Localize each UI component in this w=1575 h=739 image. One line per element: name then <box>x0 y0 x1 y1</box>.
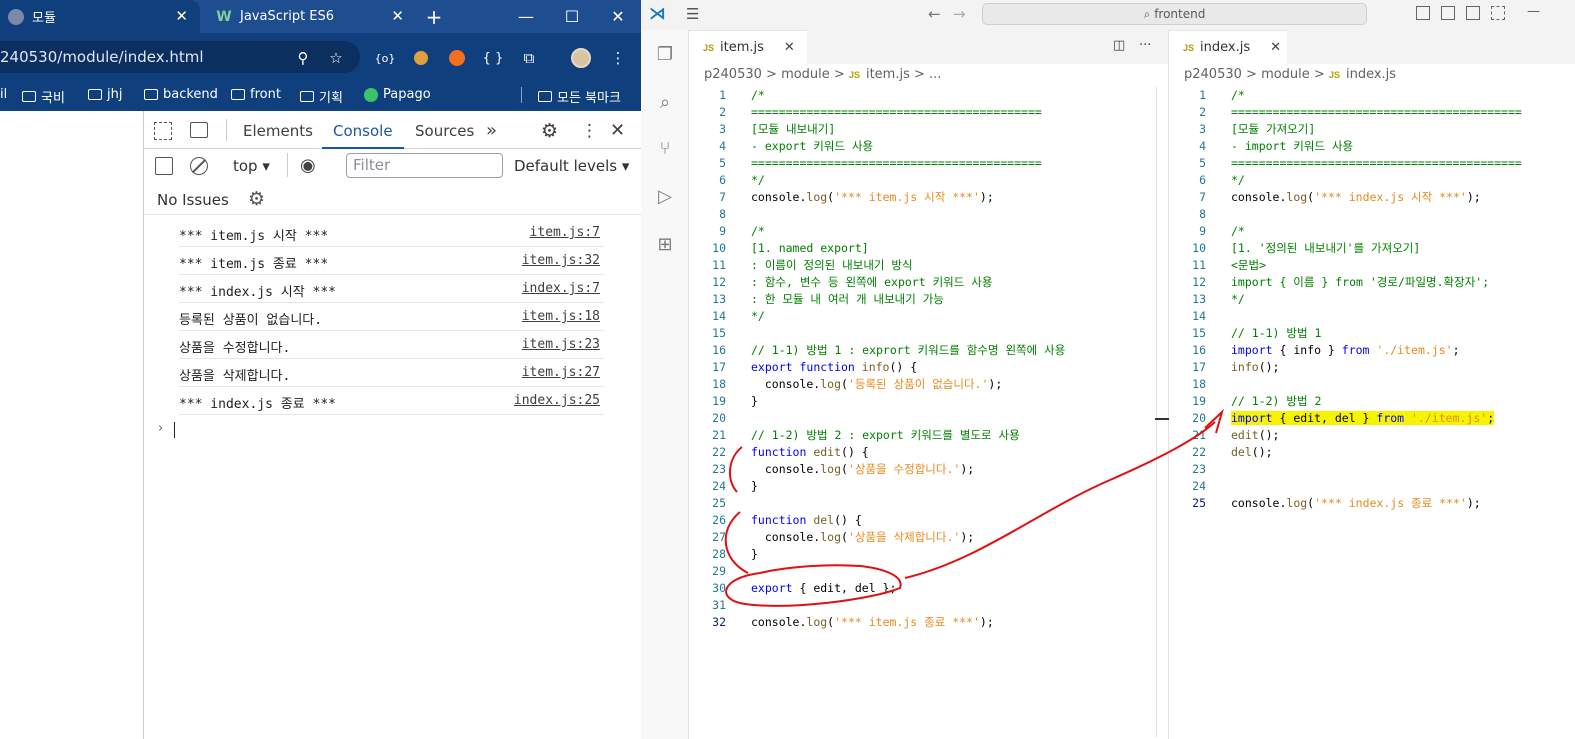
annotation-bracket-edit <box>729 446 743 493</box>
annotation-circle-export <box>725 564 902 607</box>
annotation-arrow-line <box>904 421 1216 579</box>
red-annotation-overlay <box>724 408 1224 607</box>
annotation-bracket-del <box>724 511 749 574</box>
